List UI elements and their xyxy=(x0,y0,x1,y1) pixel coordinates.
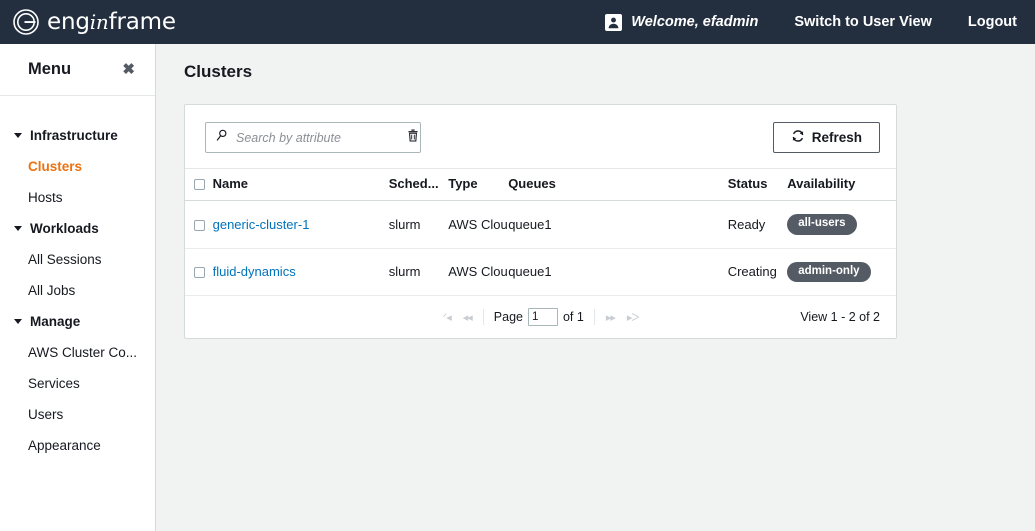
next-page-icon[interactable]: ▸▸ xyxy=(600,311,621,324)
table-header-row: Name Sched... Type Queues Status Availab… xyxy=(185,168,896,201)
cell-status: Creating xyxy=(727,248,788,296)
sidebar-group-label: Workloads xyxy=(30,221,99,236)
sidebar-group-manage[interactable]: Manage xyxy=(0,306,155,337)
sidebar-header: Menu ✖ xyxy=(0,44,155,96)
clusters-panel: Refresh Name Sched... Type Queues Status xyxy=(184,104,897,339)
column-header-queues[interactable]: Queues xyxy=(508,168,728,201)
enginframe-logo-icon xyxy=(12,8,40,36)
cluster-name-link[interactable]: generic-cluster-1 xyxy=(213,217,310,232)
column-header-type[interactable]: Type xyxy=(448,168,509,201)
cell-name: generic-cluster-1 xyxy=(212,200,389,249)
sidebar-item-hosts[interactable]: Hosts xyxy=(0,182,155,213)
table-header: Name Sched... Type Queues Status Availab… xyxy=(185,168,896,201)
chevron-down-icon xyxy=(14,226,22,231)
table-toolbar: Refresh xyxy=(185,105,896,168)
clusters-table: Name Sched... Type Queues Status Availab… xyxy=(185,168,896,296)
page-label: Page xyxy=(493,310,523,324)
refresh-button[interactable]: Refresh xyxy=(772,122,880,153)
row-checkbox[interactable] xyxy=(194,267,205,279)
table-row[interactable]: fluid-dynamics slurm AWS Clou queue1 Cre… xyxy=(185,248,896,296)
cell-status: Ready xyxy=(727,200,788,249)
sidebar-group-workloads[interactable]: Workloads xyxy=(0,213,155,244)
table-body: generic-cluster-1 slurm AWS Clou queue1 … xyxy=(185,200,896,296)
chevron-down-icon xyxy=(14,319,22,324)
cell-scheduler: slurm xyxy=(388,200,449,249)
sidebar-item-all-sessions[interactable]: All Sessions xyxy=(0,244,155,275)
cell-queues: queue1 xyxy=(508,200,728,249)
sidebar-title: Menu xyxy=(28,60,72,78)
select-all-header xyxy=(185,168,213,201)
column-header-name[interactable]: Name xyxy=(212,168,389,201)
cell-type-text: AWS Clou xyxy=(448,216,508,232)
column-header-status[interactable]: Status xyxy=(727,168,788,201)
sidebar: Menu ✖ Infrastructure Clusters Hosts Wor… xyxy=(0,44,156,531)
app-logo[interactable]: enginframe xyxy=(12,8,176,36)
sidebar-group-label: Manage xyxy=(30,314,81,329)
page-number-input[interactable] xyxy=(527,308,558,326)
table-row[interactable]: generic-cluster-1 slurm AWS Clou queue1 … xyxy=(185,200,896,249)
status-badge: all-users xyxy=(787,214,857,235)
cluster-name-link[interactable]: fluid-dynamics xyxy=(213,264,296,279)
trash-icon[interactable] xyxy=(407,128,419,147)
search-icon xyxy=(215,129,228,147)
close-icon[interactable]: ✖ xyxy=(122,62,135,77)
page-body: Menu ✖ Infrastructure Clusters Hosts Wor… xyxy=(0,44,1035,531)
search-input[interactable] xyxy=(234,129,401,146)
sidebar-item-aws-cluster-configurations[interactable]: AWS Cluster Co... xyxy=(0,337,155,368)
chevron-down-icon xyxy=(14,133,22,138)
sidebar-group-infrastructure[interactable]: Infrastructure xyxy=(0,120,155,151)
logout-link[interactable]: Logout xyxy=(968,14,1017,30)
sidebar-item-clusters[interactable]: Clusters xyxy=(0,151,155,182)
cell-type-text: AWS Clou xyxy=(448,264,508,280)
sidebar-item-all-jobs[interactable]: All Jobs xyxy=(0,275,155,306)
status-badge: admin-only xyxy=(787,261,871,282)
divider xyxy=(482,309,484,325)
refresh-label: Refresh xyxy=(811,130,862,145)
sidebar-group-label: Infrastructure xyxy=(30,128,118,143)
cell-scheduler: slurm xyxy=(388,248,449,296)
sidebar-item-users[interactable]: Users xyxy=(0,399,155,430)
cell-availability: admin-only xyxy=(787,248,896,296)
column-header-availability[interactable]: Availability xyxy=(787,168,896,201)
welcome-label: Welcome, efadmin xyxy=(631,14,759,30)
sidebar-item-appearance[interactable]: Appearance xyxy=(0,430,155,461)
logo-wordmark: enginframe xyxy=(47,8,176,35)
cell-name: fluid-dynamics xyxy=(212,248,389,296)
row-select-cell xyxy=(185,200,213,249)
sidebar-nav: Infrastructure Clusters Hosts Workloads … xyxy=(0,96,155,461)
cell-availability: all-users xyxy=(787,200,896,249)
switch-to-user-view-link[interactable]: Switch to User View xyxy=(794,14,932,30)
last-page-icon[interactable]: ▸ᐳ xyxy=(621,311,645,324)
page-total-label: of 1 xyxy=(562,310,584,324)
user-avatar-icon xyxy=(605,13,623,31)
pagination-bar: ᐟ◂ ◂◂ Page of 1 ▸▸ ▸ᐳ View 1 - 2 of 2 xyxy=(185,296,896,338)
previous-page-icon[interactable]: ◂◂ xyxy=(457,311,478,324)
result-count-label: View 1 - 2 of 2 xyxy=(800,310,880,324)
main-content: Clusters Search by attribute Refresh Nam… xyxy=(156,44,1035,531)
row-select-cell xyxy=(185,248,213,296)
search-box[interactable] xyxy=(205,122,421,153)
refresh-icon xyxy=(791,129,805,146)
cell-type: AWS Clou xyxy=(448,200,509,249)
sidebar-item-services[interactable]: Services xyxy=(0,368,155,399)
top-header-bar: enginframe Welcome, efadmin Switch to Us… xyxy=(0,0,1035,44)
header-right-nav: Welcome, efadmin Switch to User View Log… xyxy=(605,13,1017,31)
first-page-icon[interactable]: ᐟ◂ xyxy=(437,311,457,324)
cell-type: AWS Clou xyxy=(448,248,509,296)
divider xyxy=(593,309,595,325)
page-title: Clusters xyxy=(184,62,253,81)
column-header-scheduler[interactable]: Sched... xyxy=(388,168,449,201)
welcome-user: Welcome, efadmin xyxy=(605,13,759,31)
select-all-checkbox[interactable] xyxy=(194,179,205,191)
cell-queues: queue1 xyxy=(508,248,728,296)
row-checkbox[interactable] xyxy=(194,219,205,231)
